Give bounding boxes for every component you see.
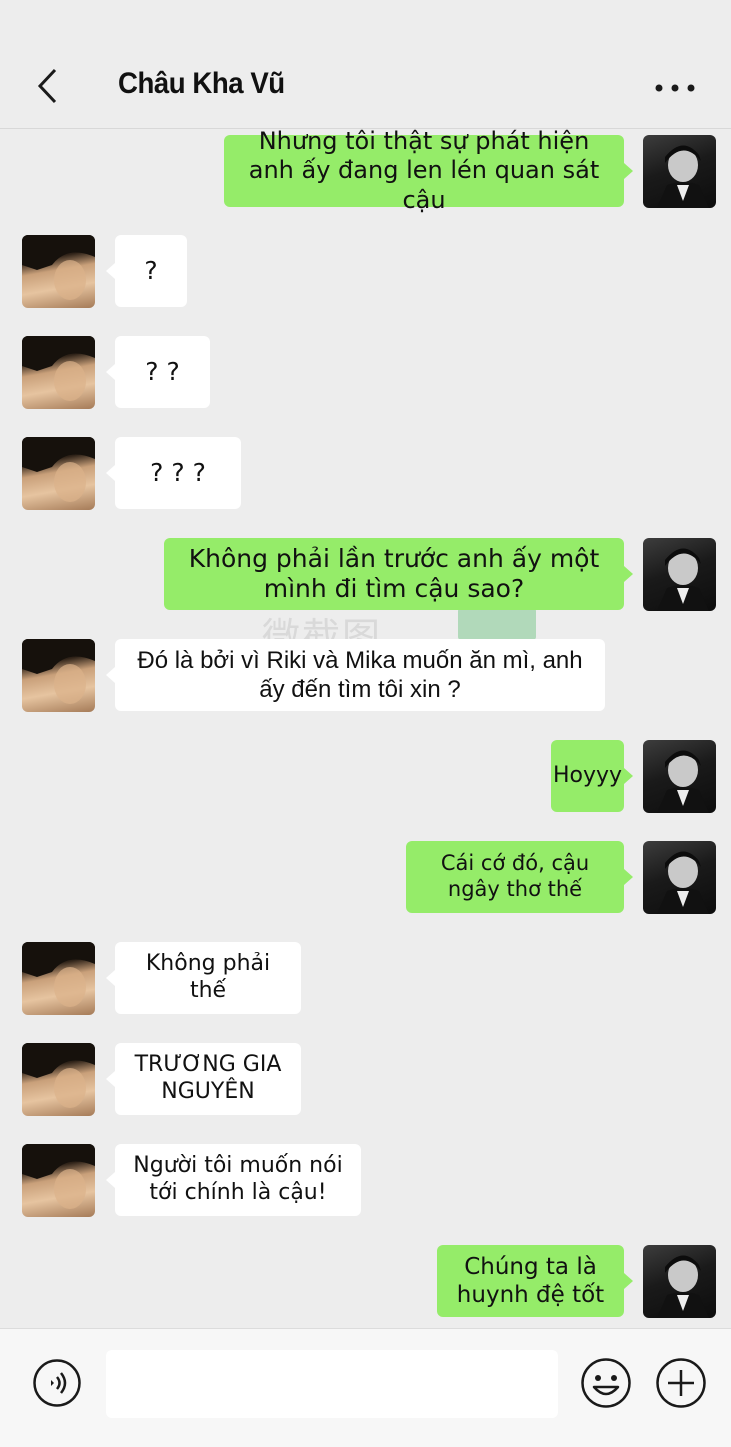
avatar[interactable] [22, 437, 95, 510]
message-text: Cái cớ đó, cậu ngây thơ thế [440, 851, 590, 901]
avatar-image [22, 1043, 95, 1108]
message-bubble[interactable]: Người tôi muốn nói tới chính là cậu! [115, 1144, 361, 1216]
avatar-image [657, 851, 709, 914]
bubble-tail [624, 768, 633, 784]
bubble-tail [624, 869, 633, 885]
message-bubble[interactable]: Đó là bởi vì Riki và Mika muốn ăn mì, an… [115, 639, 605, 711]
message-bubble[interactable]: Không phải lần trước anh ấy một mình đi … [164, 538, 624, 610]
plus-button[interactable] [655, 1357, 707, 1409]
more-dots-icon [655, 84, 695, 92]
message-text: ? ? ? [150, 457, 206, 487]
message-text: TRƯƠNG GIA NGUYÊN [134, 1052, 282, 1104]
avatar[interactable] [22, 639, 95, 712]
message-input[interactable] [106, 1350, 558, 1418]
bubble-tail [106, 1071, 115, 1087]
voice-icon [33, 1359, 81, 1407]
message-text: Không phải lần trước anh ấy một mình đi … [188, 543, 600, 604]
message-text: Người tôi muốn nói tới chính là cậu! [133, 1153, 343, 1205]
avatar[interactable] [22, 1043, 95, 1116]
avatar-image [657, 1255, 709, 1318]
message-text: Hoyyy [552, 762, 623, 788]
plus-icon [656, 1358, 706, 1408]
avatar-image [657, 548, 709, 611]
message-text: ? [144, 255, 158, 285]
bubble-tail [106, 970, 115, 986]
avatar-image [22, 336, 95, 401]
bubble-tail [106, 263, 115, 279]
bubble-tail [624, 1273, 633, 1289]
avatar[interactable] [643, 740, 716, 813]
avatar[interactable] [22, 942, 95, 1015]
avatar-image [22, 1144, 95, 1209]
avatar-image [22, 942, 95, 1007]
emoji-button[interactable] [580, 1357, 632, 1409]
voice-button[interactable] [32, 1358, 82, 1408]
message-bubble[interactable]: Cái cớ đó, cậu ngây thơ thế [406, 841, 624, 913]
message-bubble[interactable]: ? [115, 235, 187, 307]
message-text: Đó là bởi vì Riki và Mika muốn ăn mì, an… [137, 646, 583, 703]
chat-title: Châu Kha Vũ [118, 67, 285, 100]
chat-header: Châu Kha Vũ [0, 0, 731, 129]
chevron-left-icon [37, 68, 57, 104]
bubble-tail [624, 163, 633, 179]
avatar[interactable] [643, 135, 716, 208]
avatar[interactable] [643, 1245, 716, 1318]
avatar-image [22, 639, 95, 704]
bubble-tail [106, 667, 115, 683]
message-bubble[interactable]: TRƯƠNG GIA NGUYÊN [115, 1043, 301, 1115]
avatar[interactable] [643, 538, 716, 611]
avatar[interactable] [22, 235, 95, 308]
message-text: Không phải thế [145, 951, 271, 1003]
message-bubble[interactable]: Chúng ta là huynh đệ tốt [437, 1245, 624, 1317]
avatar-image [657, 145, 709, 208]
avatar-image [22, 235, 95, 300]
watermark-logo [458, 608, 536, 640]
bubble-tail [624, 566, 633, 582]
back-button[interactable] [28, 62, 68, 110]
more-button[interactable] [650, 70, 700, 106]
message-bubble[interactable]: ? ? [115, 336, 210, 408]
message-bubble[interactable]: ? ? ? [115, 437, 241, 509]
message-text: ? ? [145, 356, 180, 386]
emoji-icon [581, 1358, 631, 1408]
avatar[interactable] [643, 841, 716, 914]
message-bubble[interactable]: Không phải thế [115, 942, 301, 1014]
message-text: Nhưng tôi thật sự phát hiện anh ấy đang … [248, 127, 600, 214]
avatar[interactable] [22, 336, 95, 409]
message-text: Chúng ta là huynh đệ tốt [456, 1253, 605, 1308]
bubble-tail [106, 364, 115, 380]
bubble-tail [106, 465, 115, 481]
message-bubble[interactable]: Nhưng tôi thật sự phát hiện anh ấy đang … [224, 127, 624, 214]
bubble-tail [106, 1172, 115, 1188]
avatar-image [657, 750, 709, 813]
avatar[interactable] [22, 1144, 95, 1217]
message-bubble[interactable]: Hoyyy [551, 740, 624, 812]
avatar-image [22, 437, 95, 502]
